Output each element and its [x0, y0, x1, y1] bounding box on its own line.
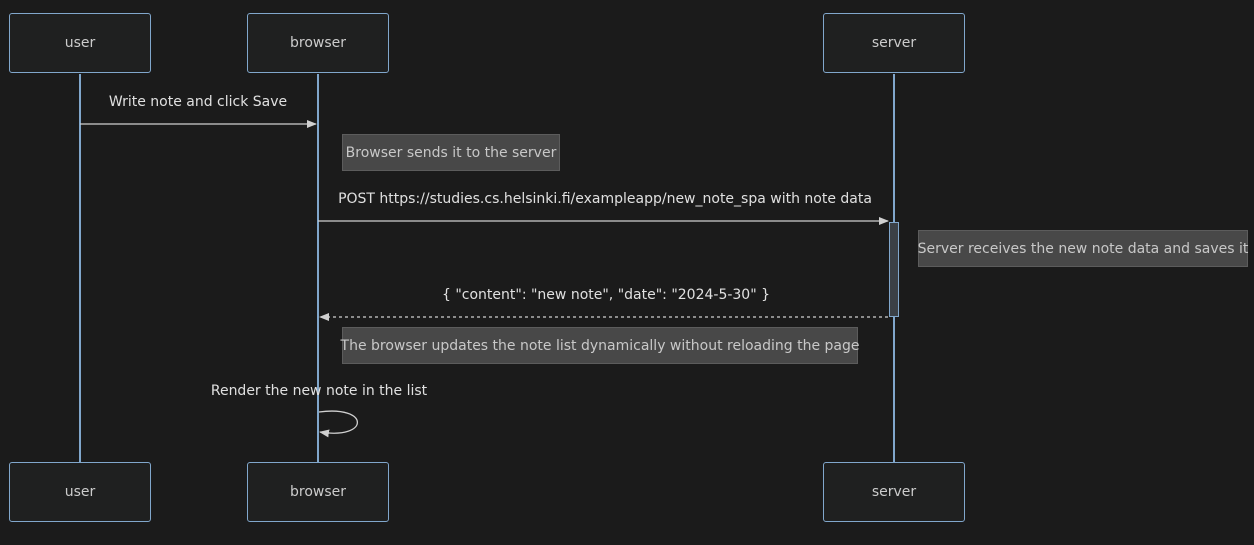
message-label-1: Write note and click Save [108, 94, 288, 110]
message-arrow-4-self [318, 410, 358, 438]
message-label-3: { "content": "new note", "date": "2024-5… [441, 287, 771, 303]
sequence-diagram: user browser server user browser server … [0, 0, 1254, 545]
note-server-saves: Server receives the new note data and sa… [918, 230, 1248, 267]
note-browser-sends: Browser sends it to the server [342, 134, 560, 171]
message-arrows [80, 120, 889, 438]
message-label-2: POST https://studies.cs.helsinki.fi/exam… [338, 191, 872, 207]
message-label-4: Render the new note in the list [210, 383, 428, 399]
note-browser-updates: The browser updates the note list dynami… [341, 327, 859, 364]
